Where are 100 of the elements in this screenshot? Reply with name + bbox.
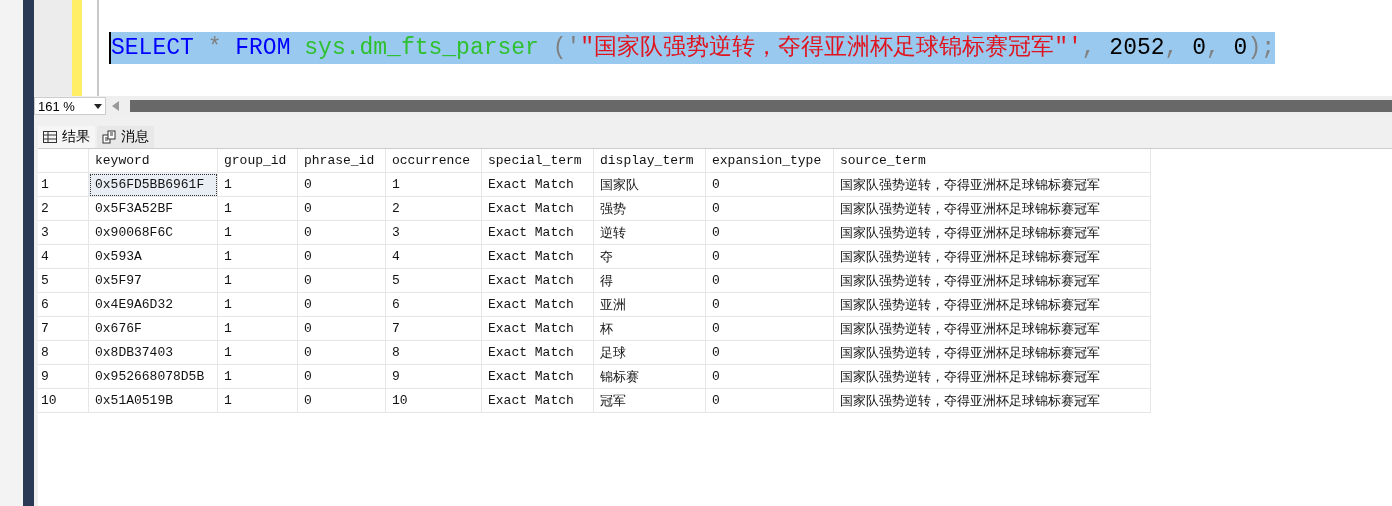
column-header[interactable]: group_id: [218, 149, 298, 173]
table-cell: 国家队强势逆转，夺得亚洲杯足球锦标赛冠军: [834, 341, 1151, 365]
table-cell: 0x4E9A6D32: [89, 293, 218, 317]
table-cell: 1: [218, 365, 298, 389]
table-cell: 0x90068F6C: [89, 221, 218, 245]
table-cell: 杯: [594, 317, 706, 341]
column-header[interactable]: occurrence: [386, 149, 482, 173]
table-cell: Exact Match: [482, 221, 594, 245]
table-cell: 0: [298, 389, 386, 413]
table-cell: 国家队强势逆转，夺得亚洲杯足球锦标赛冠军: [834, 317, 1151, 341]
table-cell: 国家队强势逆转，夺得亚洲杯足球锦标赛冠军: [834, 245, 1151, 269]
row-number: 5: [38, 269, 89, 293]
table-cell: 国家队强势逆转，夺得亚洲杯足球锦标赛冠军: [834, 221, 1151, 245]
column-header[interactable]: special_term: [482, 149, 594, 173]
table-cell: 得: [594, 269, 706, 293]
table-cell: 0: [298, 317, 386, 341]
table-cell: 国家队: [594, 173, 706, 197]
scroll-left-icon[interactable]: [112, 101, 120, 111]
table-cell: Exact Match: [482, 197, 594, 221]
table-cell: 0: [298, 341, 386, 365]
table-cell: 0: [298, 173, 386, 197]
table-cell: 0: [706, 389, 834, 413]
results-tab[interactable]: 消息: [97, 126, 154, 148]
row-number: 4: [38, 245, 89, 269]
table-cell: Exact Match: [482, 389, 594, 413]
table-cell: 9: [386, 365, 482, 389]
table-cell: 0: [706, 173, 834, 197]
table-cell: 0: [706, 317, 834, 341]
horizontal-scrollbar[interactable]: [130, 100, 1392, 112]
table-cell: 强势: [594, 197, 706, 221]
row-number: 9: [38, 365, 89, 389]
row-number: 3: [38, 221, 89, 245]
table-cell: 1: [218, 269, 298, 293]
table-cell: Exact Match: [482, 365, 594, 389]
table-cell: 5: [386, 269, 482, 293]
table-cell: 国家队强势逆转，夺得亚洲杯足球锦标赛冠军: [834, 293, 1151, 317]
table-cell: 0x676F: [89, 317, 218, 341]
table-cell: 0: [298, 197, 386, 221]
table-cell: 1: [218, 317, 298, 341]
table-cell: 0: [706, 221, 834, 245]
table-cell: 1: [386, 173, 482, 197]
table-cell: Exact Match: [482, 341, 594, 365]
row-number: 6: [38, 293, 89, 317]
column-header[interactable]: phrase_id: [298, 149, 386, 173]
zoom-dropdown[interactable]: 161 %: [34, 97, 106, 115]
caret-icon: [94, 103, 102, 109]
table-cell: 1: [218, 197, 298, 221]
table-cell: 0: [706, 245, 834, 269]
table-cell: Exact Match: [482, 293, 594, 317]
column-header[interactable]: source_term: [834, 149, 1151, 173]
table-cell: 0: [298, 365, 386, 389]
table-cell: 8: [386, 341, 482, 365]
table-cell: 0: [298, 293, 386, 317]
table-cell: 0x5F3A52BF: [89, 197, 218, 221]
table-cell: 1: [218, 293, 298, 317]
results-tab[interactable]: 结果: [38, 126, 95, 148]
grid-corner-cell[interactable]: [38, 149, 89, 173]
table-cell: 国家队强势逆转，夺得亚洲杯足球锦标赛冠军: [834, 269, 1151, 293]
table-cell: 国家队强势逆转，夺得亚洲杯足球锦标赛冠军: [834, 365, 1151, 389]
messages-icon: [102, 130, 116, 144]
table-cell: 1: [218, 173, 298, 197]
column-header[interactable]: expansion_type: [706, 149, 834, 173]
row-number: 10: [38, 389, 89, 413]
table-cell: 0x952668078D5B: [89, 365, 218, 389]
table-cell: 足球: [594, 341, 706, 365]
row-number: 2: [38, 197, 89, 221]
table-cell: 0: [706, 269, 834, 293]
table-cell: 0x593A: [89, 245, 218, 269]
row-number: 7: [38, 317, 89, 341]
table-cell: 冠军: [594, 389, 706, 413]
table-cell: 4: [386, 245, 482, 269]
table-cell: 1: [218, 221, 298, 245]
table-cell: 3: [386, 221, 482, 245]
table-cell: 1: [218, 245, 298, 269]
table-cell: 1: [218, 341, 298, 365]
table-cell: 0: [706, 293, 834, 317]
table-cell: 2: [386, 197, 482, 221]
table-cell: Exact Match: [482, 317, 594, 341]
table-cell: 0: [706, 365, 834, 389]
table-cell: 亚洲: [594, 293, 706, 317]
row-number: 8: [38, 341, 89, 365]
table-cell: 国家队强势逆转，夺得亚洲杯足球锦标赛冠军: [834, 173, 1151, 197]
table-cell: 6: [386, 293, 482, 317]
table-cell: 10: [386, 389, 482, 413]
grid-icon: [43, 131, 57, 143]
table-cell: 国家队强势逆转，夺得亚洲杯足球锦标赛冠军: [834, 389, 1151, 413]
table-cell: 锦标赛: [594, 365, 706, 389]
table-cell: 国家队强势逆转，夺得亚洲杯足球锦标赛冠军: [834, 197, 1151, 221]
table-cell: 0: [298, 221, 386, 245]
table-cell: Exact Match: [482, 269, 594, 293]
table-cell: 7: [386, 317, 482, 341]
table-cell: 0x5F97: [89, 269, 218, 293]
table-cell: 0: [706, 197, 834, 221]
table-cell: 1: [218, 389, 298, 413]
column-header[interactable]: display_term: [594, 149, 706, 173]
table-cell: 0: [706, 341, 834, 365]
table-cell: 0: [298, 269, 386, 293]
table-cell: 0x8DB37403: [89, 341, 218, 365]
table-cell: 0: [298, 245, 386, 269]
table-cell: Exact Match: [482, 173, 594, 197]
